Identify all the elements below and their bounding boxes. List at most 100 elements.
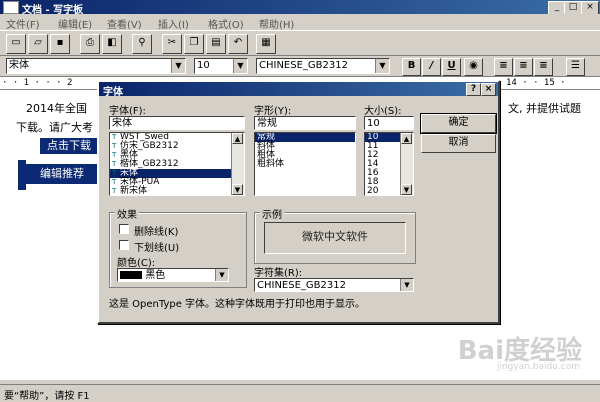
script-select[interactable]: CHINESE_GB2312 ▼ xyxy=(256,58,390,74)
undo-icon[interactable]: ↶ xyxy=(228,34,248,54)
menu-bar: 文件(F) 编辑(E) 查看(V) 插入(I) 格式(O) 帮助(H) xyxy=(0,14,600,31)
menu-insert[interactable]: 插入(I) xyxy=(158,16,189,31)
font-list-scrollbar[interactable]: ▲ ▼ xyxy=(231,133,244,195)
print-icon[interactable]: ⎙ xyxy=(80,34,100,54)
font-list[interactable]: T WST_Swed T 仿宋_GB2312 T 黑体 T 楷体_GB2312 T 宋体 T 宋体-P… xyxy=(109,132,245,196)
menu-file[interactable]: 文件(F) xyxy=(6,16,40,31)
font-size-value: 10 xyxy=(197,60,210,71)
italic-button[interactable]: / xyxy=(422,58,441,76)
underline-checkbox[interactable] xyxy=(119,240,129,250)
toolbar: ▭ ▱ ▪ ⎙ ◧ ⚲ ✂ ❐ ▤ ↶ ▦ xyxy=(0,30,600,56)
save-icon[interactable]: ▪ xyxy=(50,34,70,54)
ruler-right-marks: 14 · · 15 · xyxy=(506,78,566,88)
underline-label: 下划线(U) xyxy=(134,243,180,254)
wordpad-app-icon[interactable] xyxy=(3,1,19,14)
title-bar: 文档 - 写字板 _ □ × xyxy=(0,0,600,16)
truetype-icon: T xyxy=(112,187,117,195)
color-palette-icon[interactable]: ◉ xyxy=(464,58,483,76)
format-bar: 宋体 ▼ 10 ▼ CHINESE_GB2312 ▼ B / U ◉ ≡ ≡ ≡… xyxy=(0,56,600,76)
align-right-icon[interactable]: ≡ xyxy=(534,58,553,76)
chevron-down-icon[interactable]: ▼ xyxy=(375,59,389,73)
chevron-down-icon[interactable]: ▼ xyxy=(171,59,185,73)
ok-button[interactable]: 确定 xyxy=(420,113,497,134)
download-link-button[interactable]: 点击下载 xyxy=(40,138,98,154)
menu-format[interactable]: 格式(O) xyxy=(208,16,244,31)
dialog-close-button[interactable]: × xyxy=(481,83,496,96)
font-dialog: 字体 ? × 字体(F): 宋体 T WST_Swed T 仿宋_GB2312 T 黑体 T… xyxy=(97,80,500,324)
font-list-item[interactable]: T 新宋体 xyxy=(110,187,244,196)
size-label: 大小(S): xyxy=(364,106,402,117)
font-label: 字体(F): xyxy=(109,106,146,117)
charset-select[interactable]: CHINESE_GB2312 ▼ xyxy=(254,278,414,292)
style-list-item-label: 粗斜体 xyxy=(257,159,285,169)
font-name-value: 宋体 xyxy=(9,60,29,71)
menu-view[interactable]: 查看(V) xyxy=(107,16,142,31)
dialog-title: 字体 xyxy=(103,87,123,98)
sample-label: 示例 xyxy=(260,206,284,221)
chevron-down-icon[interactable]: ▼ xyxy=(215,269,228,281)
size-list[interactable]: 10 11 12 14 16 18 20 ▲ ▼ xyxy=(364,132,414,196)
size-list-scrollbar[interactable]: ▲ ▼ xyxy=(400,133,413,195)
align-left-icon[interactable]: ≡ xyxy=(494,58,513,76)
dialog-title-bar: 字体 ? × xyxy=(99,82,498,98)
cancel-button[interactable]: 取消 xyxy=(421,134,496,153)
print-preview-icon[interactable]: ◧ xyxy=(102,34,122,54)
font-size-select[interactable]: 10 ▼ xyxy=(194,58,248,74)
align-center-icon[interactable]: ≡ xyxy=(514,58,533,76)
truetype-icon: T xyxy=(112,151,117,159)
strikeout-checkbox[interactable] xyxy=(119,224,129,234)
menu-edit[interactable]: 编辑(E) xyxy=(58,16,92,31)
color-value: 黑色 xyxy=(145,270,166,281)
paste-icon[interactable]: ▤ xyxy=(206,34,226,54)
size-input[interactable]: 10 xyxy=(364,116,414,130)
bullets-icon[interactable]: ☰ xyxy=(566,58,585,76)
watermark-url: jingyan.baidu.com xyxy=(496,362,580,372)
truetype-icon: T xyxy=(112,178,117,186)
style-label: 字形(Y): xyxy=(254,106,292,117)
style-list[interactable]: 常规 斜体 粗体 粗斜体 xyxy=(254,132,356,196)
truetype-icon: T xyxy=(112,160,117,168)
ruler-left-marks: · · 1 · · · 2 xyxy=(2,78,73,88)
font-name-input[interactable]: 宋体 xyxy=(109,116,245,130)
cut-icon[interactable]: ✂ xyxy=(162,34,182,54)
find-icon[interactable]: ⚲ xyxy=(132,34,152,54)
copy-icon[interactable]: ❐ xyxy=(184,34,204,54)
style-list-item[interactable]: 粗斜体 xyxy=(255,160,355,169)
font-name-select[interactable]: 宋体 ▼ xyxy=(6,58,186,74)
underline-button[interactable]: U xyxy=(442,58,461,76)
size-list-item-label: 20 xyxy=(367,186,379,196)
open-icon[interactable]: ▱ xyxy=(28,34,48,54)
color-swatch xyxy=(120,271,142,279)
scroll-down-icon[interactable]: ▼ xyxy=(232,184,243,195)
style-input[interactable]: 常规 xyxy=(254,116,356,130)
truetype-icon: T xyxy=(112,142,117,150)
decor-bar xyxy=(18,160,26,190)
font-name-input-value: 宋体 xyxy=(112,118,132,129)
editor-recommend-button[interactable]: 编辑推荐 xyxy=(26,164,98,184)
doc-line-2: 下载。请广大考 xyxy=(16,121,93,134)
truetype-icon: T xyxy=(112,169,117,177)
status-bar: 要“帮助”，请按 F1 xyxy=(0,384,600,402)
sample-preview: 微软中文软件 xyxy=(264,222,406,254)
scroll-up-icon[interactable]: ▲ xyxy=(401,133,412,144)
new-icon[interactable]: ▭ xyxy=(6,34,26,54)
bold-button[interactable]: B xyxy=(402,58,421,76)
chevron-down-icon[interactable]: ▼ xyxy=(400,279,413,291)
scroll-down-icon[interactable]: ▼ xyxy=(401,184,412,195)
style-input-value: 常规 xyxy=(257,118,277,129)
menu-help[interactable]: 帮助(H) xyxy=(259,16,294,31)
effects-label: 效果 xyxy=(115,206,139,221)
strikeout-label: 删除线(K) xyxy=(134,227,179,238)
color-select[interactable]: 黑色 ▼ xyxy=(117,268,229,282)
color-label: 颜色(C): xyxy=(117,258,156,269)
close-button[interactable]: × xyxy=(581,1,599,15)
charset-value: CHINESE_GB2312 xyxy=(257,280,346,291)
datetime-icon[interactable]: ▦ xyxy=(256,34,276,54)
chevron-down-icon[interactable]: ▼ xyxy=(233,59,247,73)
maximize-button[interactable]: □ xyxy=(564,1,582,15)
doc-line-1-end: 文, 并提供试题 xyxy=(508,102,581,115)
scroll-up-icon[interactable]: ▲ xyxy=(232,133,243,144)
font-type-note: 这是 OpenType 字体。这种字体既用于打印也用于显示。 xyxy=(109,299,366,310)
help-button[interactable]: ? xyxy=(466,83,481,96)
size-input-value: 10 xyxy=(367,118,380,129)
